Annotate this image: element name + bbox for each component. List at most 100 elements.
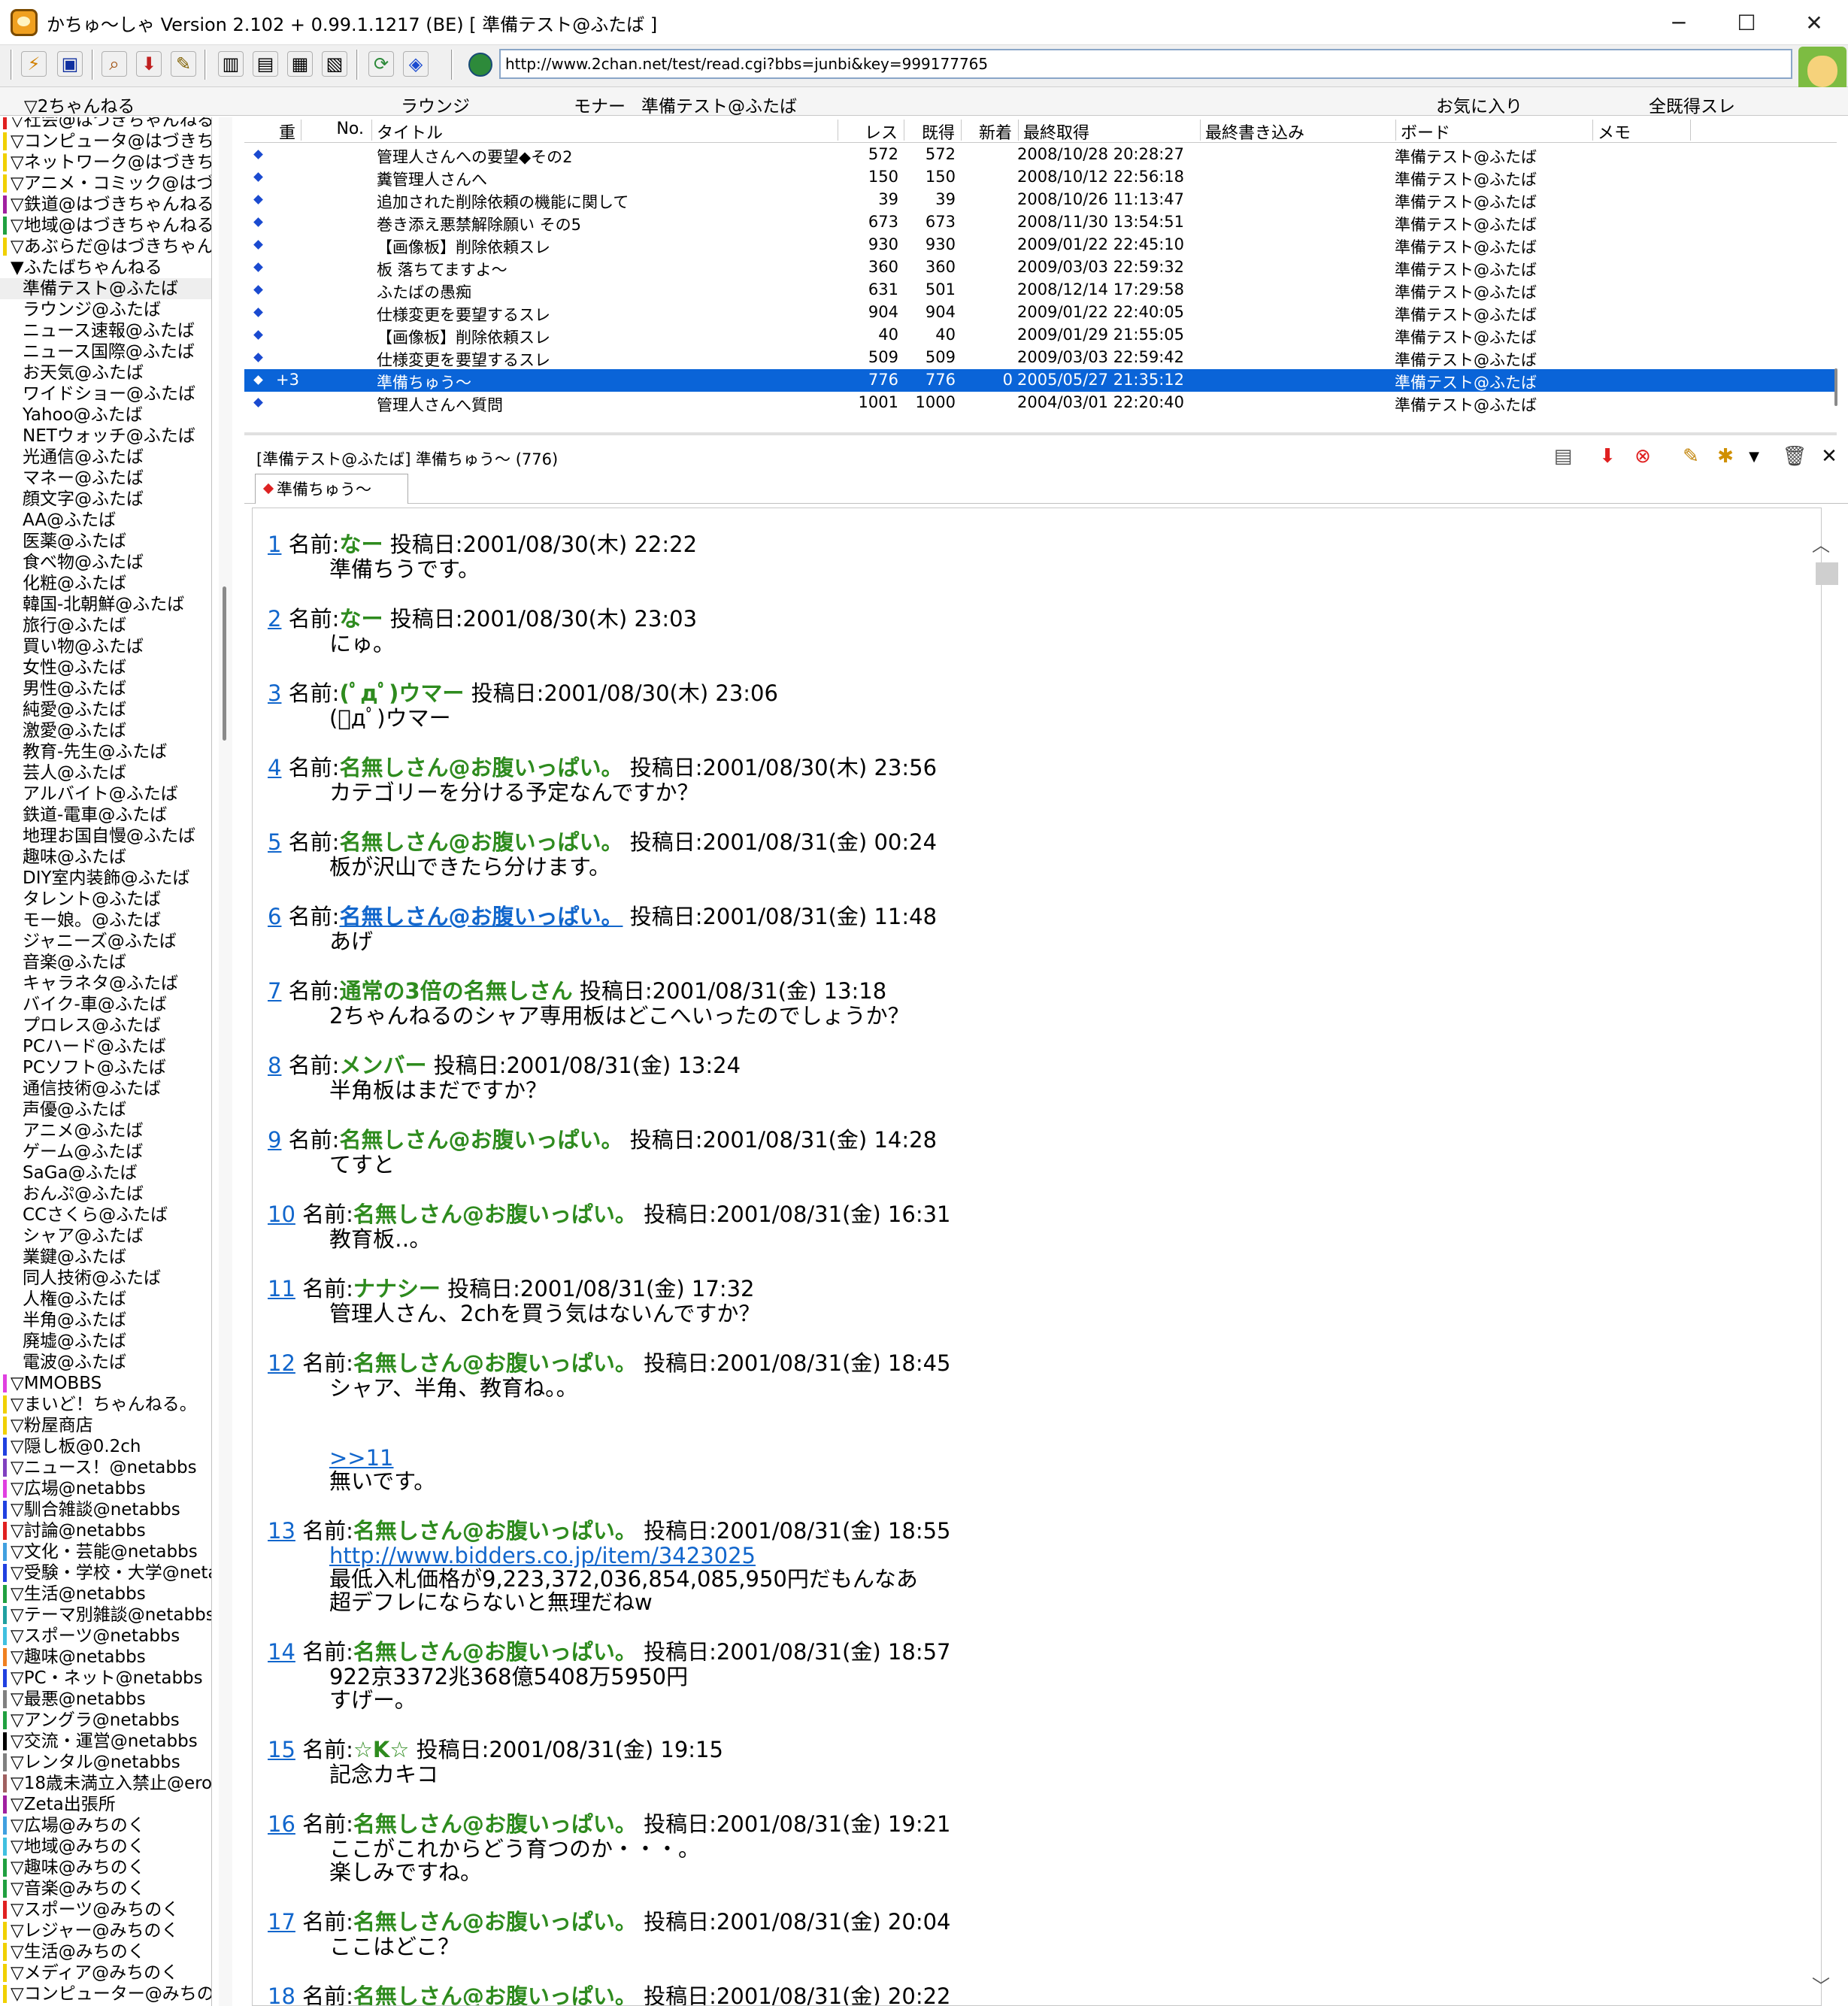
board-item[interactable]: ▽アングラ@netabbs: [0, 1710, 211, 1731]
board-item[interactable]: ▽アニメ・コミック@はづきちゃんねる: [0, 173, 211, 194]
post-number-link[interactable]: 13: [268, 1518, 295, 1544]
scroll-up-arrow-icon[interactable]: ︿: [1812, 530, 1830, 556]
link-junbi[interactable]: 準備テスト@ふたば: [641, 92, 797, 117]
board-item[interactable]: NETウォッチ@ふたば: [0, 426, 211, 447]
board-item[interactable]: 趣味@ふたば: [0, 847, 211, 868]
board-item[interactable]: ▽生活@netabbs: [0, 1583, 211, 1604]
board-item[interactable]: CCさくら@ふたば: [0, 1205, 211, 1226]
thread-row[interactable]: 管理人さんへ質問 1001 1000 2004/03/01 22:20:40 準備テスト…: [244, 392, 1837, 414]
board-item[interactable]: 音楽@ふたば: [0, 952, 211, 973]
post-number-link[interactable]: 14: [268, 1639, 295, 1665]
thread-row[interactable]: 巻き添え悪禁解除願い その5 673 673 2008/11/30 13:54:51 準…: [244, 211, 1837, 234]
save-icon[interactable]: ▣: [57, 51, 83, 77]
pencil-icon[interactable]: ✎: [171, 51, 196, 77]
board-item[interactable]: ▽粉屋商店: [0, 1415, 211, 1436]
scroll-down-icon[interactable]: ⬇: [1595, 444, 1620, 469]
board-item[interactable]: 業鍵@ふたば: [0, 1247, 211, 1268]
board-item[interactable]: ラウンジ@ふたば: [0, 299, 211, 320]
write-icon[interactable]: ✎: [1678, 444, 1704, 469]
col-priority[interactable]: 重: [274, 120, 301, 143]
col-title[interactable]: タイトル: [372, 120, 838, 143]
favorite-icon[interactable]: ✱: [1713, 444, 1738, 469]
board-item[interactable]: ニュース国際@ふたば: [0, 341, 211, 362]
post-number-link[interactable]: 1: [268, 532, 281, 557]
thread-row[interactable]: ふたばの愚痴 631 501 2008/12/14 17:29:58 準備テスト@ふたば: [244, 279, 1837, 302]
board-item[interactable]: ▽PC・ネット@netabbs: [0, 1668, 211, 1689]
board-item[interactable]: ▽まいど！ちゃんねる。: [0, 1394, 211, 1415]
thread-row[interactable]: 仕様変更を要望するスレ 904 904 2009/01/22 22:40:05 準備テス…: [244, 302, 1837, 324]
board-item[interactable]: ゲーム@ふたば: [0, 1141, 211, 1162]
board-item[interactable]: ▽隠し板@0.2ch: [0, 1436, 211, 1457]
board-item[interactable]: ▽趣味@みちのく: [0, 1857, 211, 1878]
board-item[interactable]: ▽地域@はづきちゃんねる: [0, 215, 211, 236]
board-item[interactable]: アニメ@ふたば: [0, 1120, 211, 1141]
post-number-link[interactable]: 10: [268, 1201, 295, 1227]
board-item[interactable]: ▽討論@netabbs: [0, 1520, 211, 1541]
board-item[interactable]: 化粧@ふたば: [0, 573, 211, 594]
post-number-link[interactable]: 15: [268, 1737, 295, 1762]
board-item[interactable]: 純愛@ふたば: [0, 699, 211, 720]
board-item[interactable]: 教育-先生@ふたば: [0, 741, 211, 762]
board-item[interactable]: PCソフト@ふたば: [0, 1057, 211, 1078]
col-res[interactable]: レス: [838, 120, 904, 143]
board-item[interactable]: ▽受験・学校・大学@netabbs: [0, 1562, 211, 1583]
board-item[interactable]: ▽地域@みちのく: [0, 1836, 211, 1857]
address-input[interactable]: [499, 49, 1792, 79]
close-button[interactable]: ✕: [1780, 0, 1848, 45]
post-number-link[interactable]: 7: [268, 978, 281, 1004]
thread-row[interactable]: 追加された削除依頼の機能に関して 39 39 2008/10/26 11:13:47 準…: [244, 189, 1837, 211]
col-got[interactable]: 既得: [904, 120, 962, 143]
board-item[interactable]: 廃墟@ふたば: [0, 1331, 211, 1352]
board-item[interactable]: ▽広場@みちのく: [0, 1815, 211, 1836]
post-number-link[interactable]: 9: [268, 1127, 281, 1153]
board-item[interactable]: 地理お国自慢@ふたば: [0, 826, 211, 847]
maximize-button[interactable]: ☐: [1713, 0, 1780, 45]
post-number-link[interactable]: 6: [268, 904, 281, 929]
board-item[interactable]: 顔文字@ふたば: [0, 489, 211, 510]
post-number-link[interactable]: 4: [268, 755, 281, 780]
board-item[interactable]: 食べ物@ふたば: [0, 552, 211, 573]
board-item[interactable]: PCハード@ふたば: [0, 1036, 211, 1057]
col-last-fetch[interactable]: 最終取得: [1019, 120, 1201, 143]
scroll-down-arrow-icon[interactable]: ﹀: [1812, 1971, 1830, 1998]
board-item[interactable]: おんぷ@ふたば: [0, 1183, 211, 1205]
board-item[interactable]: ▽社会@はづきちゃんねる: [0, 117, 211, 131]
thread-row[interactable]: +3 準備ちゅう～ 776 776 0 2005/05/27 21:35:12 準備テスト@…: [244, 369, 1837, 392]
board-item[interactable]: ▽広場@netabbs: [0, 1478, 211, 1499]
tab-thread[interactable]: 準備ちゅう～: [255, 474, 408, 504]
board-item[interactable]: 人権@ふたば: [0, 1289, 211, 1310]
board-item[interactable]: ▽ニュース！@netabbs: [0, 1457, 211, 1478]
thread-row[interactable]: 板 落ちてますよ～ 360 360 2009/03/03 22:59:32 準備テスト@…: [244, 256, 1837, 279]
thread-list-scroll-thumb[interactable]: [1834, 368, 1837, 406]
board-item[interactable]: 電波@ふたば: [0, 1352, 211, 1373]
board-item[interactable]: ▽レジャー@みちのく: [0, 1920, 211, 1941]
col-board[interactable]: ボード: [1396, 120, 1593, 143]
board-item[interactable]: ▽MMOBBS: [0, 1373, 211, 1394]
board-item[interactable]: ▽Zeta出張所: [0, 1794, 211, 1815]
pane-layout-1-icon[interactable]: ▥: [218, 51, 244, 77]
poster-name[interactable]: 名無しさん@お腹いっぱい。: [339, 904, 623, 929]
post-number-link[interactable]: 11: [268, 1276, 295, 1301]
board-item[interactable]: ▽生活@みちのく: [0, 1941, 211, 1962]
board-item[interactable]: 芸人@ふたば: [0, 762, 211, 783]
board-item[interactable]: マネー@ふたば: [0, 468, 211, 489]
board-item[interactable]: 同人技術@ふたば: [0, 1268, 211, 1289]
minimize-button[interactable]: ─: [1645, 0, 1713, 45]
link-favorites[interactable]: お気に入り: [1436, 92, 1522, 117]
board-item[interactable]: 通信技術@ふたば: [0, 1078, 211, 1099]
board-item[interactable]: 準備テスト@ふたば: [0, 278, 211, 299]
board-item[interactable]: ▽スポーツ@みちのく: [0, 1899, 211, 1920]
board-item[interactable]: ▽メディア@みちのく: [0, 1962, 211, 1983]
link-all-threads[interactable]: 全既得スレ: [1649, 92, 1735, 117]
board-item[interactable]: アルバイト@ふたば: [0, 783, 211, 805]
col-memo[interactable]: メモ: [1593, 120, 1691, 143]
board-item[interactable]: キャラネタ@ふたば: [0, 973, 211, 994]
board-item[interactable]: DIY室内装飾@ふたば: [0, 868, 211, 889]
thread-row[interactable]: 管理人さんへの要望◆その2 572 572 2008/10/28 20:28:27 準備…: [244, 144, 1837, 166]
board-item[interactable]: SaGa@ふたば: [0, 1162, 211, 1183]
post-number-link[interactable]: 5: [268, 829, 281, 855]
board-item[interactable]: 女性@ふたば: [0, 657, 211, 678]
post-link[interactable]: http://www.bidders.co.jp/item/3423025: [329, 1544, 1771, 1568]
board-item[interactable]: 半角@ふたば: [0, 1310, 211, 1331]
board-item[interactable]: ▽趣味@netabbs: [0, 1647, 211, 1668]
